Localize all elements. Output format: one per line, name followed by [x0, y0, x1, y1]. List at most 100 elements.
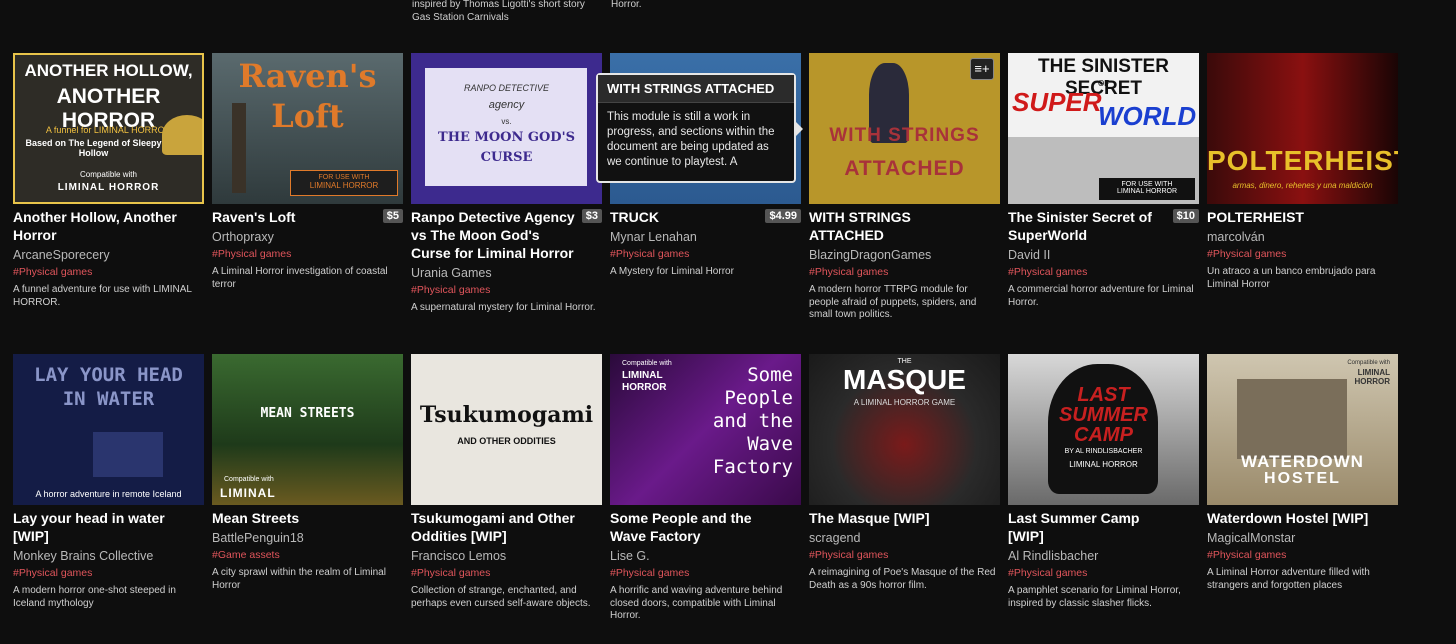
game-title-link[interactable]: Last Summer Camp [WIP]	[1008, 510, 1139, 544]
game-title-link[interactable]: WITH STRINGS ATTACHED	[809, 209, 911, 243]
game-cover[interactable]: THE MASQUE A LIMINAL HORROR GAME	[809, 354, 1000, 505]
game-description: A pamphlet scenario for Liminal Horror, …	[1008, 585, 1181, 609]
game-author-link[interactable]: Lise G.	[610, 549, 801, 564]
game-cover[interactable]: WITH STRINGS ATTACHED ≡+	[809, 53, 1000, 204]
cover-text: Compatible with	[622, 360, 672, 367]
game-tag-link[interactable]: #Physical games	[13, 567, 204, 580]
game-description: A modern horror TTRPG module for people …	[809, 284, 977, 320]
cover-text: A LIMINAL HORROR GAME	[853, 398, 956, 407]
cover-text: Factory	[712, 456, 793, 478]
cover-text: WORLD	[1098, 101, 1197, 131]
game-cell: WITH STRINGS ATTACHED ≡+ WITH STRINGS AT…	[809, 53, 1000, 322]
game-cover[interactable]: RANPO DETECTIVE agency vs. THE MOON GOD'…	[411, 53, 602, 204]
game-cover[interactable]: ANOTHER HOLLOW, ANOTHER HORROR A funnel …	[13, 53, 204, 204]
game-author-link[interactable]: BattlePenguin18	[212, 531, 403, 546]
cover-text: CAMP	[1074, 424, 1133, 446]
game-cell: ANOTHER HOLLOW, ANOTHER HORROR A funnel …	[13, 53, 204, 309]
game-tag-link[interactable]: #Physical games	[809, 549, 1000, 562]
title-line: WITH STRINGS ATTACHED	[809, 209, 1000, 245]
game-title-link[interactable]: Waterdown Hostel [WIP]	[1207, 510, 1368, 526]
cover-text: MEAN STREETS	[260, 406, 355, 421]
game-author-link[interactable]: scragend	[809, 531, 1000, 546]
game-tag-link[interactable]: #Physical games	[610, 248, 801, 261]
cover-text: LIMINAL HORROR	[622, 370, 667, 393]
game-tag-link[interactable]: #Physical games	[411, 567, 602, 580]
game-title-link[interactable]: Some People and the Wave Factory	[610, 510, 752, 544]
game-description: A Liminal Horror adventure filled with s…	[1207, 567, 1370, 591]
game-description: A Liminal Horror investigation of coasta…	[212, 266, 388, 290]
game-cell: Tsukumogami AND OTHER ODDITIES Tsukumoga…	[411, 354, 602, 610]
game-author-link[interactable]: Monkey Brains Collective	[13, 549, 204, 564]
game-author-link[interactable]: marcolván	[1207, 230, 1398, 245]
game-author-link[interactable]: Urania Games	[411, 266, 602, 281]
mushroom-art	[162, 115, 202, 155]
game-cover[interactable]: Tsukumogami AND OTHER ODDITIES	[411, 354, 602, 505]
game-cover[interactable]: WATERDOWN HOSTEL Compatible with LIMINAL…	[1207, 354, 1398, 505]
game-title-link[interactable]: Ranpo Detective Agency vs The Moon God's…	[411, 209, 575, 261]
game-cover[interactable]: LAST SUMMER CAMP BY AL RINDLISBACHER LIM…	[1008, 354, 1199, 505]
game-title-link[interactable]: Raven's Loft	[212, 209, 295, 225]
game-tag-link[interactable]: #Physical games	[1008, 567, 1199, 580]
game-title-link[interactable]: Mean Streets	[212, 510, 299, 526]
cover-text: LIMINAL HORROR	[57, 182, 160, 193]
price-badge: $4.99	[765, 209, 801, 223]
game-title-link[interactable]: Lay your head in water [WIP]	[13, 510, 165, 544]
game-tag-link[interactable]: #Game assets	[212, 549, 403, 562]
game-tag-link[interactable]: #Physical games	[610, 567, 801, 580]
game-tag-link[interactable]: #Physical games	[1008, 266, 1199, 279]
cover-text: CURSE	[480, 150, 533, 165]
game-author-link[interactable]: BlazingDragonGames	[809, 248, 1000, 263]
game-author-link[interactable]: Orthopraxy	[212, 230, 403, 245]
price-badge: $10	[1172, 209, 1199, 223]
game-tag-link[interactable]: #Physical games	[1207, 248, 1398, 261]
title-line: Mean Streets	[212, 510, 403, 528]
game-title-link[interactable]: Another Hollow, Another Horror	[13, 209, 177, 243]
game-title-link[interactable]: POLTERHEIST	[1207, 209, 1304, 225]
publisher-badge: FOR USE WITH LIMINAL HORROR	[290, 170, 398, 196]
game-cell: LAST SUMMER CAMP BY AL RINDLISBACHER LIM…	[1008, 354, 1199, 610]
game-tag-link[interactable]: #Physical games	[411, 284, 602, 297]
game-title-link[interactable]: Tsukumogami and Other Oddities [WIP]	[411, 510, 575, 544]
game-description: A Mystery for Liminal Horror	[610, 266, 734, 277]
game-cover[interactable]: MEAN STREETS Compatible with LIMINAL	[212, 354, 403, 505]
cover-text: POLTERHEIST	[1207, 145, 1398, 176]
game-description: A horrific and waving adventure behind c…	[610, 585, 783, 621]
publisher-badge: FOR USE WITH LIMINAL HORROR	[1099, 178, 1195, 200]
game-cover[interactable]: POLTERHEIST armas, dinero, rehenes y una…	[1207, 53, 1398, 204]
game-title-link[interactable]: The Masque [WIP]	[809, 510, 930, 526]
game-tag-link[interactable]: #Physical games	[1207, 549, 1398, 562]
cover-text: WITH STRINGS	[829, 125, 980, 146]
game-author-link[interactable]: ArcaneSporecery	[13, 248, 204, 263]
game-author-link[interactable]: MagicalMonstar	[1207, 531, 1398, 546]
game-tag-link[interactable]: #Physical games	[809, 266, 1000, 279]
cover-text: Based on The Legend of Sleepy Hollow	[25, 138, 162, 158]
cover-text: FOR USE WITH	[1121, 181, 1173, 188]
game-author-link[interactable]: Al Rindlisbacher	[1008, 549, 1199, 564]
game-title-link[interactable]: TRUCK	[610, 209, 659, 225]
cover-text: ATTACHED	[844, 157, 965, 180]
game-author-link[interactable]: David II	[1008, 248, 1199, 263]
title-line: Ranpo Detective Agency vs The Moon God's…	[411, 209, 602, 263]
game-title-link[interactable]: The Sinister Secret of SuperWorld	[1008, 209, 1152, 243]
cover-text: FOR USE WITH	[318, 174, 370, 181]
game-cover[interactable]: THE SINISTER SECRET OF SUPER WORLD FOR U…	[1008, 53, 1199, 204]
game-author-link[interactable]: Mynar Lenahan	[610, 230, 801, 245]
game-cell: Raven's Loft FOR USE WITH LIMINAL HORROR…	[212, 53, 403, 291]
game-cover[interactable]: Some People and the Wave Factory Compati…	[610, 354, 801, 505]
hostel-art	[1237, 379, 1347, 459]
game-description: A commercial horror adventure for Limina…	[1008, 284, 1194, 308]
tooltip-title: WITH STRINGS ATTACHED	[598, 75, 794, 103]
game-cover[interactable]: LAY YOUR HEAD IN WATER A horror adventur…	[13, 354, 204, 505]
game-cover[interactable]: Raven's Loft FOR USE WITH LIMINAL HORROR	[212, 53, 403, 204]
cover-text: LIMINAL HORROR	[309, 181, 379, 190]
game-author-link[interactable]: Francisco Lemos	[411, 549, 602, 564]
cover-text: IN WATER	[62, 388, 155, 410]
add-to-collection-button[interactable]: ≡+	[970, 58, 994, 80]
cover-text: ANOTHER HOLLOW,	[24, 61, 193, 80]
game-tag-link[interactable]: #Physical games	[212, 248, 403, 261]
game-tag-link[interactable]: #Physical games	[13, 266, 204, 279]
cover-text: THE MOON GOD'S	[438, 130, 575, 145]
prev-desc-line: inspired by Thomas Ligotti's short story	[412, 0, 585, 10]
cover-text: LIMINAL	[220, 486, 276, 500]
cover-text: AND OTHER ODDITIES	[457, 436, 556, 446]
